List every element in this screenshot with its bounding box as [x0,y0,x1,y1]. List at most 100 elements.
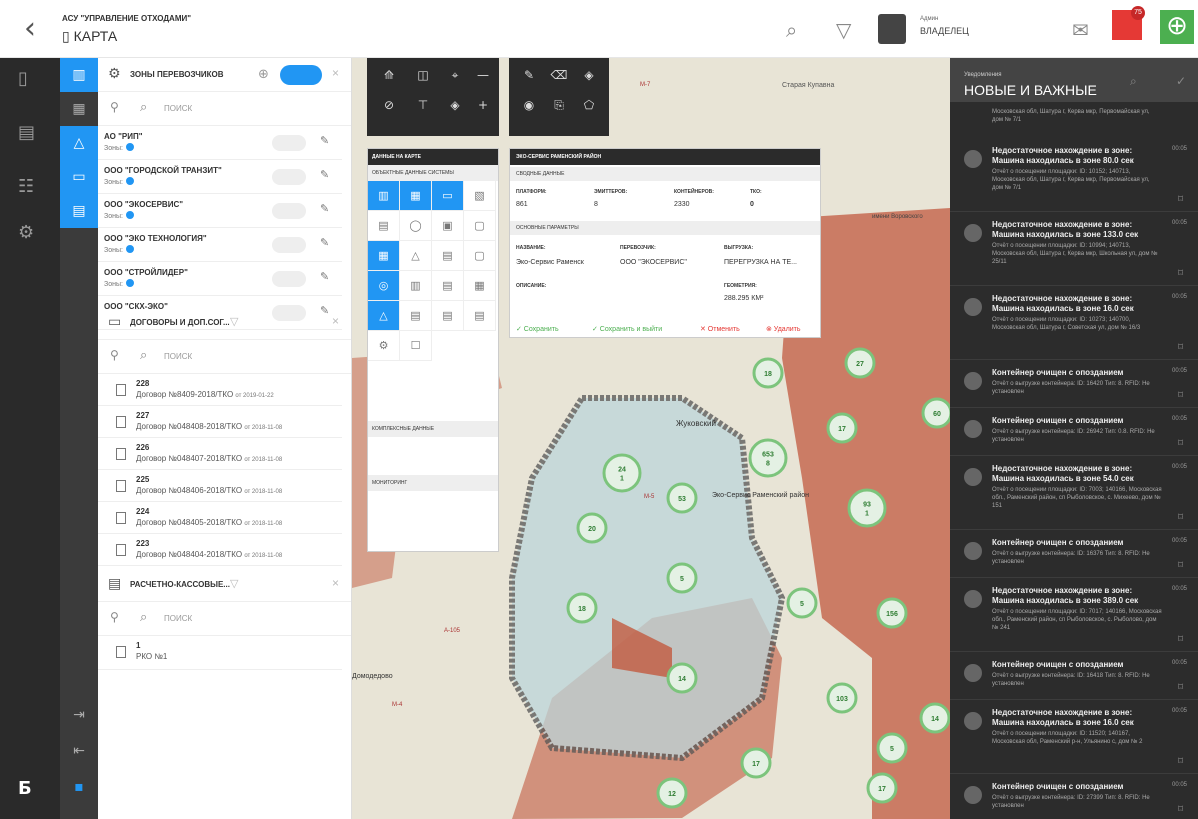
bookmark-icon[interactable]: ⌑ [1178,512,1183,523]
map-layer-toggle[interactable]: ▭ [432,181,464,211]
carrier-search[interactable]: ⚲ ⌕ ПОИСК [98,92,351,126]
notification-item[interactable]: Контейнер очищен с опозданием 00:05 Отчёт … [950,408,1198,456]
map-layer-toggle[interactable]: ▤ [432,301,464,331]
carrier-row[interactable]: ООО "ГОРОДСКОЙ ТРАНЗИТ" Зоны: ✎ [98,160,342,194]
carrier-toggle[interactable] [272,271,306,287]
carrier-toggle[interactable] [272,169,306,185]
map-layer-toggle[interactable]: ▥ [400,271,432,301]
contract-row[interactable]: 227 Договор №048408-2018/ТКО от 2018-11-0… [98,406,342,438]
check-icon[interactable]: ✓ [1176,74,1186,88]
measure-icon[interactable]: ⟰ [371,62,407,88]
bookmark-icon[interactable]: ⌑ [1178,756,1183,767]
edit-icon[interactable]: ✎ [320,202,329,215]
complex-data-section[interactable]: КОМПЛЕКСНЫЕ ДАННЫЕ [368,421,498,437]
map-layer-toggle[interactable]: ▦ [368,241,400,271]
search-icon[interactable]: ⌕ [1130,74,1137,89]
notification-item[interactable]: Недостаточное нахождение в зоне: Машина … [950,286,1198,360]
notification-item[interactable]: Контейнер очищен с опозданием 00:05 Отчёт … [950,774,1198,819]
export-icon[interactable]: ⇥ [60,698,98,732]
carrier-toggle[interactable] [272,203,306,219]
close-icon[interactable]: × [332,314,339,328]
plus-icon[interactable]: + [465,92,501,118]
back-arrow-icon[interactable]: ‹ [24,14,36,44]
save-exit-button[interactable]: ✓ Сохранить и выйти [592,325,662,333]
docs-icon[interactable]: ▤ [18,122,35,143]
contract-row[interactable]: 224 Договор №048405-2018/ТКО от 2018-11-0… [98,502,342,534]
edit-icon[interactable]: ✎ [320,270,329,283]
mail-icon[interactable]: ✉ [1072,18,1089,42]
search-input[interactable]: ПОИСК [164,614,192,623]
db-icon[interactable]: ☷ [18,176,34,197]
search-icon[interactable]: ⌕ [786,18,797,42]
map-layer-toggle[interactable]: ▦ [400,181,432,211]
polygon-icon[interactable]: ⬠ [571,92,607,118]
contract-row[interactable]: 225 Договор №048406-2018/ТКО от 2018-11-0… [98,470,342,502]
cash-row[interactable]: 1 РКО №1 [98,636,342,670]
paint-icon[interactable]: ⊤ [405,92,441,118]
bookmark-icon[interactable]: ⌑ [1178,804,1183,815]
bookmark-icon[interactable]: ⌑ [1178,682,1183,693]
contract-row[interactable]: 223 Договор №048404-2018/ТКО от 2018-11-0… [98,534,342,566]
map-layer-toggle[interactable]: ▢ [464,211,496,241]
bookmark-icon[interactable]: ⌑ [1178,342,1183,353]
doc-icon[interactable]: ▭ [60,160,98,194]
notification-item[interactable]: Контейнер очищен с опозданием 00:05 Отчёт … [950,530,1198,578]
bookmark-icon[interactable]: ⌑ [1178,390,1183,401]
layer-toggle-icon[interactable]: ◈ [571,62,607,88]
add-zone-icon[interactable]: ⊕ [258,67,269,82]
notification-item[interactable]: Недостаточное нахождение в зоне: Машина … [950,138,1198,212]
delete-button[interactable]: ⊗ Удалить [766,325,801,333]
monitoring-section[interactable]: МОНИТОРИНГ [368,475,498,491]
bookmark-icon[interactable]: ⌑ [1178,194,1183,205]
bookmark-icon[interactable]: ⌑ [1178,268,1183,279]
trash-icon[interactable]: ▥ [60,58,98,92]
collapse-icon[interactable]: ⇤ [60,734,98,768]
bookmark-icon[interactable]: ⌑ [1178,438,1183,449]
main-params-section[interactable]: ОСНОВНЫЕ ПАРАМЕТРЫ [510,221,820,235]
contracts-search[interactable]: ⚲ ⌕ ПОИСК [98,340,351,374]
map-layer-toggle[interactable]: ▤ [400,301,432,331]
map-layer-toggle[interactable]: ☐ [400,331,432,361]
carrier-row[interactable]: АО "РИП" Зоны: ✎ [98,126,342,160]
cancel-button[interactable]: ✕ Отменить [700,325,740,333]
admin-name[interactable]: ВЛАДЕЛЕЦ [920,26,969,36]
zones-toggle[interactable] [280,65,322,85]
contract-row[interactable]: 228 Договор №8409-2018/ТКО от 2019-01-22 [98,374,342,406]
notification-item[interactable]: Недостаточное нахождение в зоне: Машина … [950,700,1198,774]
filter-icon[interactable]: ▽ [230,577,238,590]
map-layer-toggle[interactable]: ▥ [368,181,400,211]
map-icon[interactable]: ▯ [18,68,28,89]
map-layer-toggle[interactable]: ◎ [368,271,400,301]
settings-icon[interactable]: ⚙ [18,222,34,243]
close-icon[interactable]: × [332,66,339,80]
edit-icon[interactable]: ✎ [320,236,329,249]
map-layer-toggle[interactable]: △ [368,301,400,331]
notification-item[interactable]: Контейнер очищен с опозданием 00:05 Отчёт … [950,652,1198,700]
add-button[interactable]: ⊕ [1160,10,1194,44]
avatar[interactable] [878,14,906,44]
minus-icon[interactable]: — [465,62,501,88]
bookmark-icon[interactable]: ⌑ [1178,560,1183,571]
unload-field[interactable]: ПЕРЕГРУЗКА НА ТЕ... [724,259,797,266]
map-layer-toggle[interactable]: ▦ [464,271,496,301]
map-layer-toggle[interactable]: ▤ [464,301,496,331]
edit-icon[interactable]: ✎ [320,134,329,147]
map-layer-toggle[interactable]: ▤ [432,241,464,271]
map-layer-toggle[interactable]: ⚙ [368,331,400,361]
search-input[interactable]: ПОИСК [164,352,192,361]
map-layer-toggle[interactable]: ▤ [432,271,464,301]
name-field[interactable]: Эко-Сервис Раменск [516,259,584,266]
notification-item[interactable]: Контейнер очищен с опозданием 00:05 Отчёт … [950,360,1198,408]
carrier-row[interactable]: ООО "ЭКОСЕРВИС" Зоны: ✎ [98,194,342,228]
carrier-toggle[interactable] [272,237,306,253]
compass-icon[interactable]: ⊘ [371,92,407,118]
map-layer-toggle[interactable]: ▧ [464,181,496,211]
notification-item[interactable]: Недостаточное нахождение в зоне: Машина … [950,578,1198,652]
save-button[interactable]: ✓ Сохранить [516,325,559,333]
notification-item[interactable]: Недостаточное нахождение в зоне: Машина … [950,212,1198,286]
close-icon[interactable]: × [332,576,339,590]
filter-icon[interactable]: ▽ [836,18,851,42]
cash-search[interactable]: ⚲ ⌕ ПОИСК [98,602,351,636]
carrier-row[interactable]: ООО "СТРОЙЛИДЕР" Зоны: ✎ [98,262,342,296]
map-layer-toggle[interactable]: ▢ [464,241,496,271]
